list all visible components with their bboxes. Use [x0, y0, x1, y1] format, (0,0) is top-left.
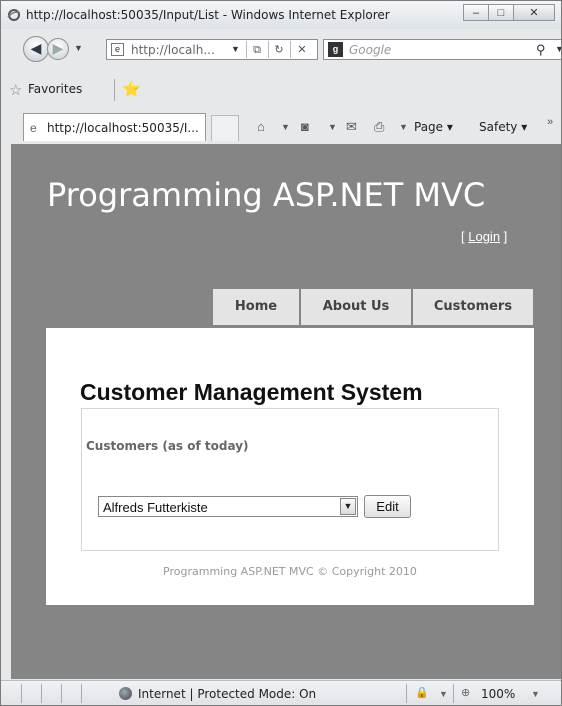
divider — [114, 79, 115, 101]
divider — [246, 41, 247, 58]
zoom-magnifier-icon[interactable]: ⊕ — [461, 686, 470, 699]
address-url[interactable]: http://localh... — [131, 43, 215, 57]
fieldset-legend: Customers (as of today) — [86, 439, 249, 453]
page-viewport: Programming ASP.NET MVC [ Login ] Home A… — [11, 144, 561, 679]
navigation-bar: ◀ ▶ ▼ e http://localh... ▼ ⧉ ↻ ✕ g Googl… — [1, 31, 561, 69]
customer-select[interactable]: Alfreds Futterkiste ▼ — [98, 496, 358, 517]
stop-icon[interactable]: ✕ — [295, 43, 309, 57]
divider — [61, 684, 62, 703]
tab-label: http://localhost:50035/I... — [47, 121, 199, 135]
add-to-favorites-bar-icon[interactable]: ⭐ — [122, 80, 141, 98]
tab-current[interactable]: e http://localhost:50035/I... — [23, 113, 206, 141]
edit-button[interactable]: Edit — [364, 495, 411, 518]
ie-page-icon: e — [30, 121, 37, 135]
zoom-level[interactable]: 100% — [481, 687, 515, 701]
page-icon: e — [111, 43, 124, 56]
home-dropdown-icon[interactable]: ▼ — [281, 122, 290, 132]
divider — [81, 684, 82, 703]
title-bar: http://localhost:50035/Input/List - Wind… — [1, 1, 561, 29]
address-dropdown-icon[interactable]: ▼ — [231, 44, 240, 54]
compatibility-view-icon[interactable]: ⧉ — [250, 43, 264, 57]
close-button[interactable]: ✕ — [513, 4, 555, 21]
feeds-dropdown-icon[interactable]: ▼ — [328, 122, 337, 132]
forward-button[interactable]: ▶ — [47, 38, 69, 60]
search-icon[interactable]: ⚲ — [536, 42, 546, 58]
refresh-icon[interactable]: ↻ — [272, 43, 286, 57]
back-button[interactable]: ◀ — [23, 36, 49, 62]
main-content: Customer Management System Customers (as… — [46, 328, 534, 605]
login-area: [ Login ] — [461, 229, 507, 244]
read-mail-icon[interactable]: ✉ — [346, 119, 357, 135]
address-bar[interactable]: e http://localh... ▼ ⧉ ↻ ✕ — [106, 39, 318, 60]
site-title: Programming ASP.NET MVC — [47, 176, 486, 214]
menu-home[interactable]: Home — [213, 289, 299, 325]
home-icon[interactable]: ⌂ — [257, 119, 265, 134]
status-bar: Internet | Protected Mode: On 🔒 ▼ ⊕ 100%… — [1, 680, 561, 705]
maximize-button[interactable]: □ — [488, 4, 514, 21]
window-controls: – □ ✕ — [463, 4, 555, 21]
page-menu-label: Page — [414, 120, 444, 134]
favorites-bar: ☆ Favorites ⭐ — [1, 73, 561, 107]
security-zone-text[interactable]: Internet | Protected Mode: On — [138, 687, 316, 701]
search-placeholder[interactable]: Google — [349, 43, 391, 57]
window-title: http://localhost:50035/Input/List - Wind… — [26, 8, 390, 22]
recent-pages-dropdown[interactable]: ▼ — [74, 43, 83, 53]
divider — [41, 684, 42, 703]
print-dropdown-icon[interactable]: ▼ — [399, 122, 408, 132]
feeds-icon[interactable]: ◙ — [301, 119, 309, 134]
favorites-star-icon[interactable]: ☆ — [9, 81, 22, 99]
divider — [453, 684, 454, 703]
new-tab-button[interactable] — [211, 115, 239, 141]
login-link[interactable]: Login — [468, 229, 500, 244]
minimize-button[interactable]: – — [463, 4, 489, 21]
page-footer: Programming ASP.NET MVC © Copyright 2010 — [163, 565, 417, 578]
chevron-down-icon[interactable]: ▼ — [340, 498, 356, 515]
page-title: Customer Management System — [80, 379, 423, 405]
divider — [268, 41, 269, 58]
internet-zone-globe-icon — [119, 687, 132, 700]
protected-mode-dropdown-icon[interactable]: ▼ — [439, 689, 448, 699]
safety-menu-label: Safety — [479, 120, 518, 134]
print-icon[interactable]: ⎙ — [374, 119, 384, 135]
login-bracket-close: ] — [500, 229, 508, 244]
safety-menu[interactable]: Safety ▾ — [479, 120, 527, 134]
zoom-dropdown-icon[interactable]: ▼ — [531, 689, 540, 699]
menu-customers[interactable]: Customers — [413, 289, 533, 325]
divider — [21, 684, 22, 703]
page-menu[interactable]: Page ▾ — [414, 120, 453, 134]
ie-logo-icon — [7, 8, 21, 22]
protected-mode-lock-icon[interactable]: 🔒 — [415, 686, 429, 699]
customer-select-value: Alfreds Futterkiste — [103, 500, 208, 515]
divider — [290, 41, 291, 58]
google-search-provider-icon: g — [328, 42, 343, 57]
more-commands-chevron-icon[interactable]: » — [547, 116, 553, 128]
menu-about-us[interactable]: About Us — [301, 289, 411, 325]
customers-fieldset: Customers (as of today) Alfreds Futterki… — [81, 408, 499, 551]
browser-window: http://localhost:50035/Input/List - Wind… — [0, 0, 562, 706]
divider — [406, 684, 407, 703]
search-box[interactable]: g Google ⚲ ▼ — [323, 39, 561, 60]
search-options-dropdown-icon[interactable]: ▼ — [555, 44, 561, 54]
favorites-button[interactable]: Favorites — [28, 82, 82, 96]
tab-bar: e http://localhost:50035/I... ⌂ ▼ ◙ ▼ ✉ … — [1, 107, 561, 143]
